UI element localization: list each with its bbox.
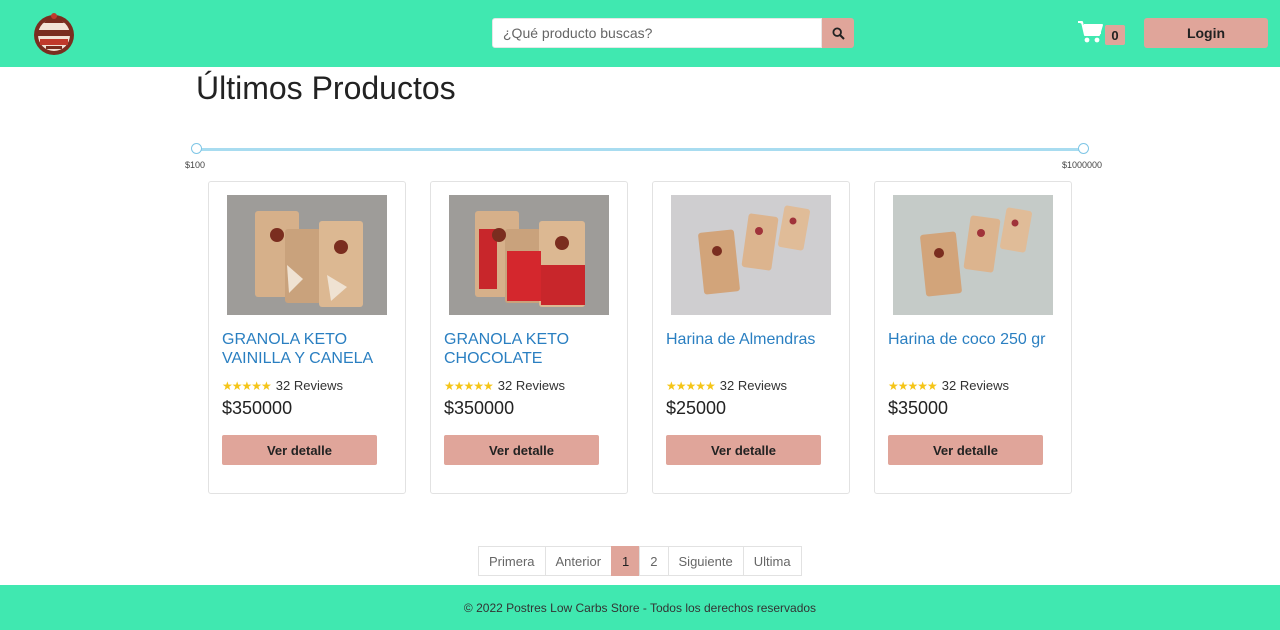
- search-button[interactable]: [822, 18, 854, 48]
- reviews-count: 32 Reviews: [497, 378, 565, 393]
- cart-count-badge: 0: [1105, 25, 1125, 45]
- product-name-link[interactable]: Harina de coco 250 gr: [888, 330, 1053, 349]
- star-rating-icon: ★★★★★: [666, 378, 716, 393]
- reviews-count: 32 Reviews: [941, 378, 1009, 393]
- product-name-link[interactable]: GRANOLA KETO CHOCOLATE: [444, 330, 609, 368]
- product-rating: ★★★★★ 32 Reviews: [666, 378, 787, 393]
- price-range-track[interactable]: [196, 148, 1084, 151]
- page-first-button[interactable]: Primera: [478, 546, 546, 576]
- price-min-handle[interactable]: [191, 143, 202, 154]
- page-next-button[interactable]: Siguiente: [667, 546, 744, 576]
- product-rating: ★★★★★ 32 Reviews: [222, 378, 343, 393]
- page-last-button[interactable]: Ultima: [742, 546, 802, 576]
- reviews-count: 32 Reviews: [275, 378, 343, 393]
- page-prev-button[interactable]: Anterior: [544, 546, 613, 576]
- star-rating-icon: ★★★★★: [222, 378, 272, 393]
- view-detail-button[interactable]: Ver detalle: [222, 435, 377, 465]
- view-detail-button[interactable]: Ver detalle: [444, 435, 599, 465]
- product-image[interactable]: [227, 195, 387, 315]
- product-image[interactable]: [671, 195, 831, 315]
- cart-icon: [1078, 21, 1103, 43]
- product-card: Harina de Almendras ★★★★★ 32 Reviews $25…: [652, 181, 850, 494]
- product-price: $350000: [222, 398, 293, 418]
- price-min-label: $100: [185, 160, 206, 170]
- product-image[interactable]: [893, 195, 1053, 315]
- product-price: $35000: [888, 398, 949, 418]
- page-number-2[interactable]: 2: [639, 546, 669, 576]
- product-card: GRANOLA KETO CHOCOLATE ★★★★★ 32 Reviews …: [430, 181, 628, 494]
- product-name-link[interactable]: Harina de Almendras: [666, 330, 831, 349]
- product-rating: ★★★★★ 32 Reviews: [444, 378, 565, 393]
- login-button[interactable]: Login: [1144, 18, 1268, 48]
- price-max-handle[interactable]: [1078, 143, 1089, 154]
- star-rating-icon: ★★★★★: [444, 378, 494, 393]
- reviews-count: 32 Reviews: [719, 378, 787, 393]
- search-icon: [831, 26, 845, 40]
- product-card: GRANOLA KETO VAINILLA Y CANELA ★★★★★ 32 …: [208, 181, 406, 494]
- product-card: Harina de coco 250 gr ★★★★★ 32 Reviews $…: [874, 181, 1072, 494]
- store-logo[interactable]: [30, 9, 78, 57]
- star-rating-icon: ★★★★★: [888, 378, 938, 393]
- product-price: $350000: [444, 398, 515, 418]
- product-name-link[interactable]: GRANOLA KETO VAINILLA Y CANELA: [222, 330, 387, 368]
- pagination: Primera Anterior 1 2 Siguiente Ultima: [478, 546, 802, 576]
- search-input[interactable]: [492, 18, 822, 48]
- product-image[interactable]: [449, 195, 609, 315]
- view-detail-button[interactable]: Ver detalle: [666, 435, 821, 465]
- view-detail-button[interactable]: Ver detalle: [888, 435, 1043, 465]
- cart-button[interactable]: [1077, 20, 1105, 44]
- product-rating: ★★★★★ 32 Reviews: [888, 378, 1009, 393]
- product-price: $25000: [666, 398, 727, 418]
- footer: © 2022 Postres Low Carbs Store - Todos l…: [0, 585, 1280, 630]
- page-title: Últimos Productos: [196, 70, 456, 106]
- page-number-1[interactable]: 1: [611, 546, 641, 576]
- price-max-label: $1000000: [1062, 160, 1103, 170]
- footer-copyright: © 2022 Postres Low Carbs Store - Todos l…: [463, 600, 817, 615]
- navbar: 0 Login: [0, 0, 1280, 67]
